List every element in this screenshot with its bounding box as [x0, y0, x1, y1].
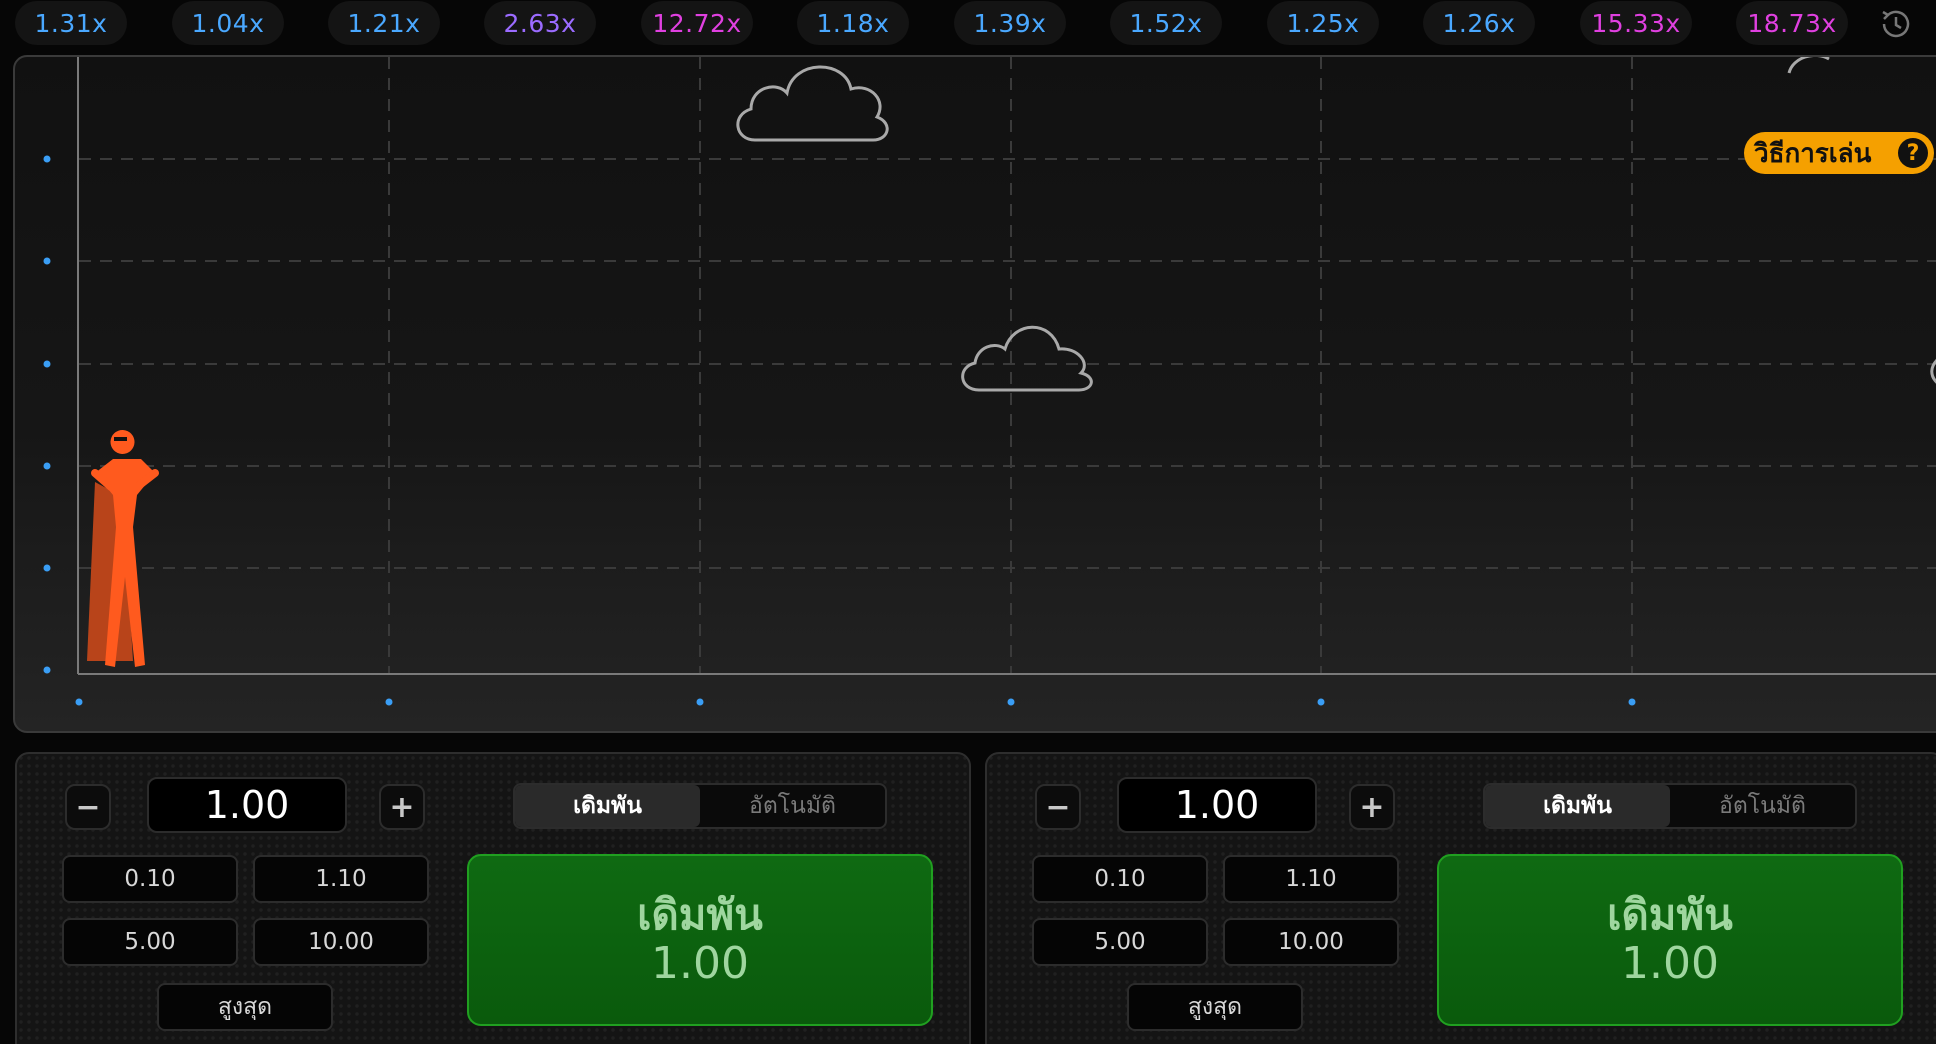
history-value: 1.04x [191, 8, 265, 38]
bet-amount-input[interactable]: 1.00 [1117, 777, 1317, 833]
bet-amount-value: 1.00 [204, 783, 290, 827]
cloud-icon [1787, 57, 1830, 74]
tab-bet[interactable]: เดิมพัน [1485, 785, 1670, 827]
bet-amount-input[interactable]: 1.00 [147, 777, 347, 833]
minus-icon: − [75, 789, 101, 825]
chip-label: 5.00 [1094, 929, 1146, 955]
quick-amount-chip[interactable]: 10.00 [253, 918, 429, 966]
history-pill: 15.33x [1580, 1, 1692, 45]
history-value: 1.18x [816, 8, 890, 38]
tab-bet-label: เดิมพัน [573, 793, 642, 819]
bet-button-label: เดิมพัน [1607, 890, 1733, 939]
history-pill: 1.25x [1267, 1, 1379, 45]
history-value: 2.63x [503, 8, 577, 38]
history-pill: 12.72x [641, 1, 753, 45]
increase-amount-button[interactable]: + [1349, 784, 1395, 830]
max-amount-button[interactable]: สูงสุด [157, 983, 333, 1031]
history-pill: 1.18x [797, 1, 909, 45]
quick-amount-chip[interactable]: 5.00 [62, 918, 238, 966]
history-pill: 1.04x [172, 1, 284, 45]
max-label: สูงสุด [1187, 994, 1243, 1020]
history-value: 12.72x [652, 8, 742, 38]
place-bet-button[interactable]: เดิมพัน 1.00 [467, 854, 933, 1026]
history-value: 1.26x [1442, 8, 1516, 38]
cloud-icon [961, 325, 1093, 392]
bet-panel-1: − 1.00 + 0.10 1.10 5.00 10.00 สูงสุด เดิ… [15, 752, 971, 1044]
plus-icon: + [1359, 789, 1385, 825]
x-axis-dots [75, 698, 1636, 706]
how-to-play-label: วิธีการเล่น [1754, 138, 1872, 169]
superhero-icon [87, 429, 159, 667]
chip-label: 1.10 [1285, 866, 1337, 892]
game-grid [43, 57, 1936, 706]
bet-mode-tabs: เดิมพัน อัตโนมัติ [513, 783, 887, 829]
quick-amount-chip[interactable]: 10.00 [1223, 918, 1399, 966]
tab-auto[interactable]: อัตโนมัติ [700, 785, 885, 827]
chip-label: 1.10 [315, 866, 367, 892]
history-value: 1.21x [347, 8, 421, 38]
history-pill: 18.73x [1736, 1, 1848, 45]
bet-mode-tabs: เดิมพัน อัตโนมัติ [1483, 783, 1857, 829]
history-pill: 1.52x [1110, 1, 1222, 45]
history-pill: 2.63x [484, 1, 596, 45]
max-amount-button[interactable]: สูงสุด [1127, 983, 1303, 1031]
bet-button-label: เดิมพัน [637, 890, 763, 939]
game-area: วิธีการเล่น ? [13, 55, 1936, 733]
bet-button-amount: 1.00 [1621, 938, 1719, 989]
minus-icon: − [1045, 789, 1071, 825]
quick-amount-chip[interactable]: 1.10 [253, 855, 429, 903]
increase-amount-button[interactable]: + [379, 784, 425, 830]
tab-bet-label: เดิมพัน [1543, 793, 1612, 819]
quick-amount-chip[interactable]: 0.10 [1032, 855, 1208, 903]
max-label: สูงสุด [217, 994, 273, 1020]
history-pill: 1.39x [954, 1, 1066, 45]
place-bet-button[interactable]: เดิมพัน 1.00 [1437, 854, 1903, 1026]
cloud-icon [736, 65, 889, 142]
decrease-amount-button[interactable]: − [1035, 784, 1081, 830]
history-pill: 1.21x [328, 1, 440, 45]
history-value: 1.31x [34, 8, 108, 38]
quick-amount-chip[interactable]: 0.10 [62, 855, 238, 903]
quick-amount-chip[interactable]: 1.10 [1223, 855, 1399, 903]
chip-label: 10.00 [308, 929, 374, 955]
how-to-play-button[interactable]: วิธีการเล่น ? [1744, 132, 1934, 174]
tab-auto[interactable]: อัตโนมัติ [1670, 785, 1855, 827]
quick-amount-chip[interactable]: 5.00 [1032, 918, 1208, 966]
decrease-amount-button[interactable]: − [65, 784, 111, 830]
bet-amount-value: 1.00 [1174, 783, 1260, 827]
history-value: 1.39x [973, 8, 1047, 38]
bet-button-amount: 1.00 [651, 938, 749, 989]
history-value: 18.73x [1747, 8, 1837, 38]
tab-bet[interactable]: เดิมพัน [515, 785, 700, 827]
history-value: 1.52x [1129, 8, 1203, 38]
tab-auto-label: อัตโนมัติ [1719, 793, 1806, 819]
chip-label: 0.10 [124, 866, 176, 892]
cloud-icon [1930, 358, 1936, 384]
multiplier-history-bar: 1.31x 1.04x 1.21x 2.63x 12.72x 1.18x 1.3… [0, 0, 1936, 48]
history-pill: 1.31x [15, 1, 127, 45]
history-pill: 1.26x [1423, 1, 1535, 45]
tab-auto-label: อัตโนมัติ [749, 793, 836, 819]
clock-history-icon[interactable] [1878, 6, 1914, 42]
plus-icon: + [389, 789, 415, 825]
chip-label: 0.10 [1094, 866, 1146, 892]
history-value: 15.33x [1591, 8, 1681, 38]
chip-label: 5.00 [124, 929, 176, 955]
history-value: 1.25x [1286, 8, 1360, 38]
bet-panel-2: − 1.00 + 0.10 1.10 5.00 10.00 สูงสุด เดิ… [985, 752, 1936, 1044]
question-icon: ? [1898, 138, 1928, 168]
y-axis-dots [43, 155, 51, 674]
chip-label: 10.00 [1278, 929, 1344, 955]
